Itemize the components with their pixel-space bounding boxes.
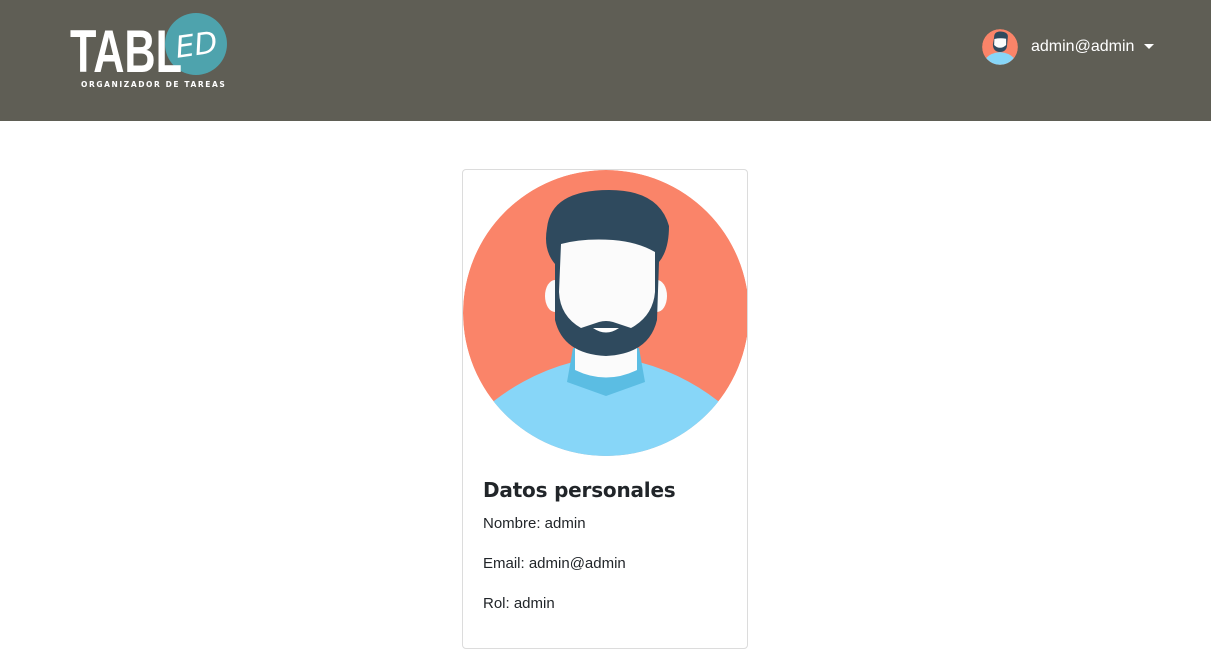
user-dropdown-toggle[interactable]: admin@admin xyxy=(982,29,1155,65)
profile-avatar-image xyxy=(463,170,747,456)
user-email-label: admin@admin xyxy=(1031,38,1135,55)
user-avatar-icon xyxy=(982,29,1018,65)
profile-card: Datos personales Nombre: admin Email: ad… xyxy=(462,169,748,649)
top-navbar: TABL ED ORGANIZADOR DE TAREAS admin@admi… xyxy=(0,0,1211,121)
card-title: Datos personales xyxy=(483,478,676,502)
brand-logo[interactable]: TABL ED ORGANIZADOR DE TAREAS xyxy=(70,10,232,92)
caret-down-icon xyxy=(1144,43,1155,49)
field-email: Email: admin@admin xyxy=(483,555,626,572)
svg-text:ED: ED xyxy=(173,25,220,66)
tabled-logo-icon: TABL ED ORGANIZADOR DE TAREAS xyxy=(70,13,227,89)
svg-text:ORGANIZADOR DE TAREAS: ORGANIZADOR DE TAREAS xyxy=(81,80,226,89)
field-nombre: Nombre: admin xyxy=(483,515,586,532)
svg-text:TABL: TABL xyxy=(70,18,182,85)
field-rol: Rol: admin xyxy=(483,595,555,612)
